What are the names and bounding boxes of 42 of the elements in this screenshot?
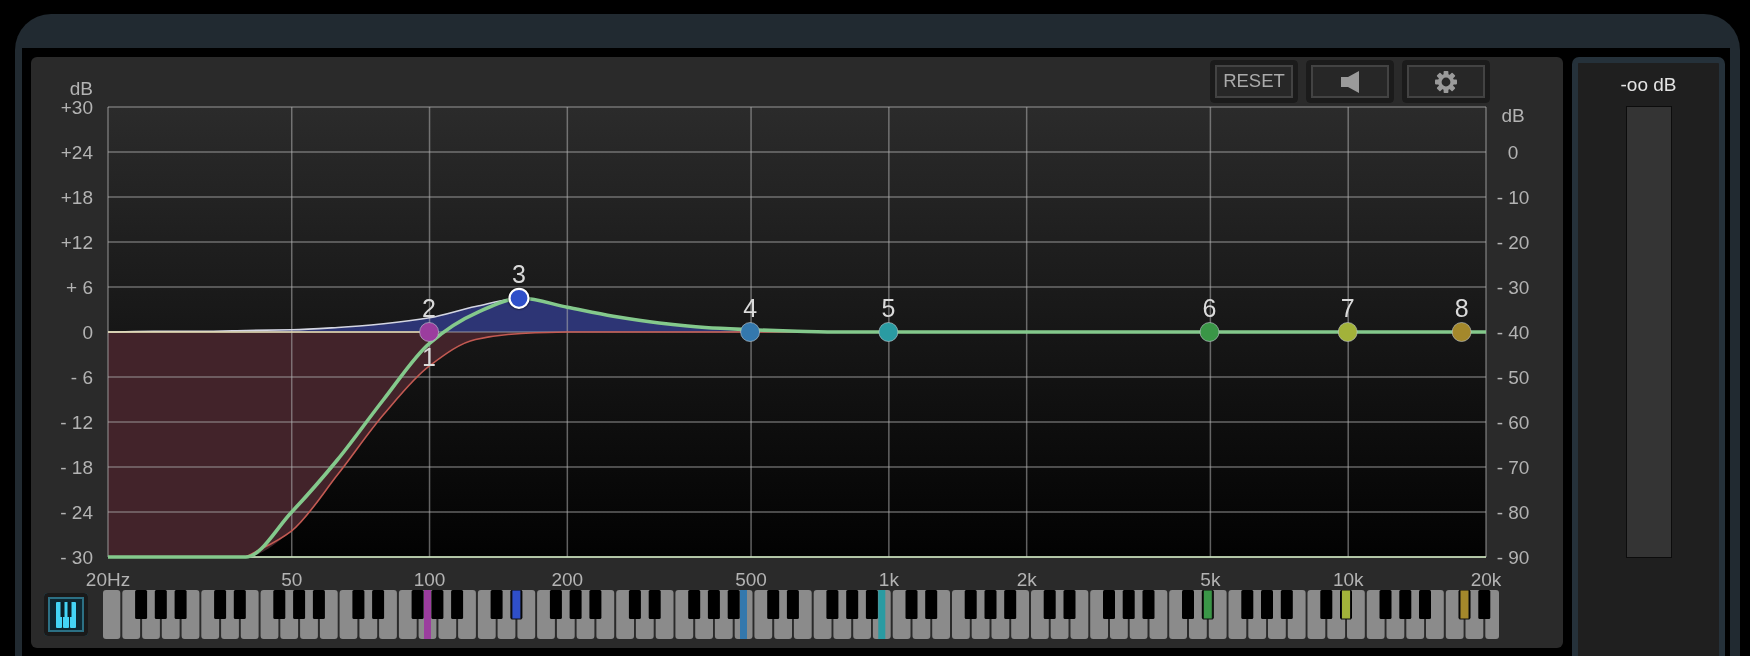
analyzer-axis-label: - 90 <box>1496 546 1530 568</box>
y-axis-label: - 12 <box>60 411 93 433</box>
x-axis-label: 10k <box>1332 568 1364 590</box>
y-axis-label: +30 <box>60 96 93 118</box>
analyzer-axis-label: - 80 <box>1496 501 1530 523</box>
x-axis-label: 200 <box>551 568 584 590</box>
band-number: 5 <box>881 294 896 322</box>
y-axis-label: +18 <box>60 186 93 208</box>
y-axis-label: - 30 <box>60 546 93 568</box>
x-axis-label: 100 <box>413 568 446 590</box>
analyzer-axis-label: - 50 <box>1496 366 1530 388</box>
band-number: 3 <box>512 260 526 289</box>
x-axis-label: 2k <box>1016 568 1037 590</box>
analyzer-axis-label: - 30 <box>1496 276 1530 298</box>
y-axis-label: - 18 <box>60 456 93 478</box>
analyzer-axis-label: - 20 <box>1496 231 1530 253</box>
x-axis-label: 50 <box>281 568 303 590</box>
band-number: 7 <box>1340 294 1355 322</box>
x-axis-label: 1k <box>878 568 899 590</box>
analyzer-axis-label: - 70 <box>1496 456 1530 478</box>
band-number: 4 <box>743 294 758 322</box>
y-axis-unit: dB <box>69 77 93 99</box>
analyzer-axis-unit: dB <box>1501 104 1525 126</box>
band-number: 6 <box>1202 294 1217 322</box>
x-axis-label: 20Hz <box>85 568 131 590</box>
analyzer-axis-label: - 60 <box>1496 411 1530 433</box>
x-axis-label: 20k <box>1470 568 1502 590</box>
y-axis-label: - 24 <box>60 501 93 523</box>
analyzer-axis-label: - 40 <box>1496 321 1530 343</box>
y-axis-label: 0 <box>82 321 93 343</box>
x-axis-label: 5k <box>1200 568 1221 590</box>
band-number: 1 <box>422 343 436 371</box>
analyzer-axis-label: - 10 <box>1496 186 1530 208</box>
x-axis-label: 500 <box>735 568 767 590</box>
meter-reading: -oo dB <box>1620 74 1677 96</box>
y-axis-label: + 6 <box>66 276 93 298</box>
y-axis-label: - 6 <box>70 366 93 388</box>
y-axis-label: +12 <box>60 231 93 253</box>
analyzer-axis-label: 0 <box>1507 141 1519 163</box>
y-axis-label: +24 <box>60 141 93 163</box>
band-number: 8 <box>1454 294 1469 322</box>
band-number: 2 <box>422 294 436 322</box>
